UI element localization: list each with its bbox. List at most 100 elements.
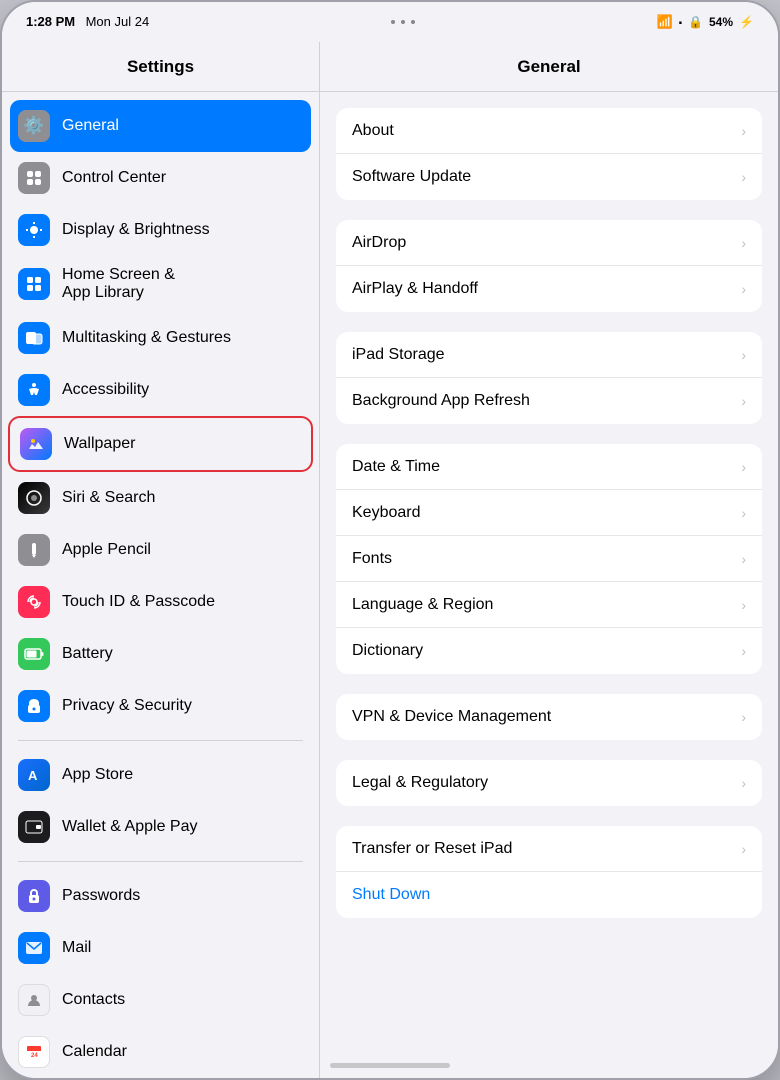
- passwords-label: Passwords: [62, 887, 140, 905]
- settings-row-airdrop[interactable]: AirDrop ›: [336, 220, 762, 266]
- battery-icon: [18, 638, 50, 670]
- sidebar-item-app-store[interactable]: A App Store: [2, 749, 319, 801]
- sidebar-item-passwords[interactable]: Passwords: [2, 870, 319, 922]
- right-panel: About › Software Update › AirDrop ›: [320, 92, 778, 1078]
- battery-label: Battery: [62, 645, 113, 663]
- home-screen-icon: [18, 268, 50, 300]
- battery-percent: 54%: [709, 15, 733, 29]
- privacy-label: Privacy & Security: [62, 697, 192, 715]
- settings-row-date-time[interactable]: Date & Time ›: [336, 444, 762, 490]
- split-content: ⚙️ General: [2, 92, 778, 1078]
- sidebar-divider-1: [18, 740, 303, 741]
- settings-row-dictionary[interactable]: Dictionary ›: [336, 628, 762, 674]
- main-content: Settings General ⚙️ General: [2, 42, 778, 1078]
- sidebar-item-calendar[interactable]: 24 Calendar: [2, 1026, 319, 1078]
- location-icon: ⬝: [679, 15, 682, 30]
- keyboard-chevron: ›: [741, 505, 746, 521]
- sidebar-item-home-screen[interactable]: Home Screen &App Library: [2, 256, 319, 312]
- status-center-dots: [391, 20, 415, 24]
- status-date: Mon Jul 24: [86, 14, 150, 29]
- sidebar-item-wallpaper[interactable]: Wallpaper: [8, 416, 313, 472]
- fonts-chevron: ›: [741, 551, 746, 567]
- sidebar-item-mail[interactable]: Mail: [2, 922, 319, 974]
- transfer-reset-label: Transfer or Reset iPad: [352, 840, 512, 858]
- contacts-icon: [18, 984, 50, 1016]
- sidebar-item-battery[interactable]: Battery: [2, 628, 319, 680]
- settings-row-ipad-storage[interactable]: iPad Storage ›: [336, 332, 762, 378]
- transfer-reset-chevron: ›: [741, 841, 746, 857]
- shut-down-label: Shut Down: [352, 886, 430, 904]
- sidebar-item-touch-id[interactable]: Touch ID & Passcode: [2, 576, 319, 628]
- ipad-frame: 1:28 PM Mon Jul 24 📶 ⬝ 🔒 54% ⚡ Settings …: [0, 0, 780, 1080]
- home-indicator: [330, 1063, 450, 1068]
- dot-3: [411, 20, 415, 24]
- settings-row-legal[interactable]: Legal & Regulatory ›: [336, 760, 762, 806]
- sidebar-item-display[interactable]: Display & Brightness: [2, 204, 319, 256]
- settings-group-1: About › Software Update ›: [336, 108, 762, 200]
- dot-2: [401, 20, 405, 24]
- software-update-label: Software Update: [352, 168, 471, 186]
- touch-id-icon: [18, 586, 50, 618]
- app-store-label: App Store: [62, 766, 133, 784]
- general-icon: ⚙️: [18, 110, 50, 142]
- touch-id-label: Touch ID & Passcode: [62, 593, 215, 611]
- settings-row-fonts[interactable]: Fonts ›: [336, 536, 762, 582]
- contacts-label: Contacts: [62, 991, 125, 1009]
- settings-row-vpn[interactable]: VPN & Device Management ›: [336, 694, 762, 740]
- settings-title: Settings: [127, 57, 194, 77]
- svg-text:A: A: [28, 768, 38, 783]
- sidebar-item-wallet[interactable]: Wallet & Apple Pay: [2, 801, 319, 853]
- settings-row-bg-refresh[interactable]: Background App Refresh ›: [336, 378, 762, 424]
- legal-label: Legal & Regulatory: [352, 774, 488, 792]
- siri-label: Siri & Search: [62, 489, 155, 507]
- fonts-label: Fonts: [352, 550, 392, 568]
- sidebar-item-apple-pencil[interactable]: Apple Pencil: [2, 524, 319, 576]
- wallet-icon: [18, 811, 50, 843]
- sidebar-section-3: Passwords Mail: [2, 870, 319, 1078]
- calendar-icon: 24: [18, 1036, 50, 1068]
- wallpaper-label: Wallpaper: [64, 435, 135, 453]
- dot-1: [391, 20, 395, 24]
- software-update-chevron: ›: [741, 169, 746, 185]
- settings-group-4: Date & Time › Keyboard › Fonts › Languag…: [336, 444, 762, 674]
- sidebar-item-privacy[interactable]: Privacy & Security: [2, 680, 319, 732]
- settings-group-7: Transfer or Reset iPad › Shut Down: [336, 826, 762, 918]
- settings-row-keyboard[interactable]: Keyboard ›: [336, 490, 762, 536]
- settings-row-airplay[interactable]: AirPlay & Handoff ›: [336, 266, 762, 312]
- multitasking-icon: [18, 322, 50, 354]
- airplay-chevron: ›: [741, 281, 746, 297]
- sidebar-item-siri[interactable]: Siri & Search: [2, 472, 319, 524]
- sidebar-section-2: A App Store Wallet & App: [2, 749, 319, 853]
- settings-group-3: iPad Storage › Background App Refresh ›: [336, 332, 762, 424]
- settings-group-5: VPN & Device Management ›: [336, 694, 762, 740]
- language-region-label: Language & Region: [352, 596, 493, 614]
- svg-text:24: 24: [31, 1053, 38, 1059]
- general-title: General: [517, 57, 580, 77]
- control-center-icon: [18, 162, 50, 194]
- multitasking-label: Multitasking & Gestures: [62, 329, 231, 347]
- settings-row-software-update[interactable]: Software Update ›: [336, 154, 762, 200]
- sidebar-divider-2: [18, 861, 303, 862]
- settings-row-shut-down[interactable]: Shut Down: [336, 872, 762, 918]
- settings-row-about[interactable]: About ›: [336, 108, 762, 154]
- status-time: 1:28 PM: [26, 14, 75, 29]
- about-label: About: [352, 122, 394, 140]
- settings-row-transfer-reset[interactable]: Transfer or Reset iPad ›: [336, 826, 762, 872]
- bg-refresh-label: Background App Refresh: [352, 392, 530, 410]
- general-header: General: [320, 42, 778, 91]
- airdrop-chevron: ›: [741, 235, 746, 251]
- sidebar-item-multitasking[interactable]: Multitasking & Gestures: [2, 312, 319, 364]
- home-screen-label: Home Screen &App Library: [62, 266, 175, 302]
- sidebar-item-general[interactable]: ⚙️ General: [10, 100, 311, 152]
- date-time-chevron: ›: [741, 459, 746, 475]
- sidebar-item-accessibility[interactable]: Accessibility: [2, 364, 319, 416]
- battery-icon: ⚡: [739, 15, 754, 29]
- headers: Settings General: [2, 42, 778, 92]
- sidebar-item-contacts[interactable]: Contacts: [2, 974, 319, 1026]
- sidebar-item-control-center[interactable]: Control Center: [2, 152, 319, 204]
- settings-group-2: AirDrop › AirPlay & Handoff ›: [336, 220, 762, 312]
- keyboard-label: Keyboard: [352, 504, 421, 522]
- settings-row-language-region[interactable]: Language & Region ›: [336, 582, 762, 628]
- mail-icon: [18, 932, 50, 964]
- language-region-chevron: ›: [741, 597, 746, 613]
